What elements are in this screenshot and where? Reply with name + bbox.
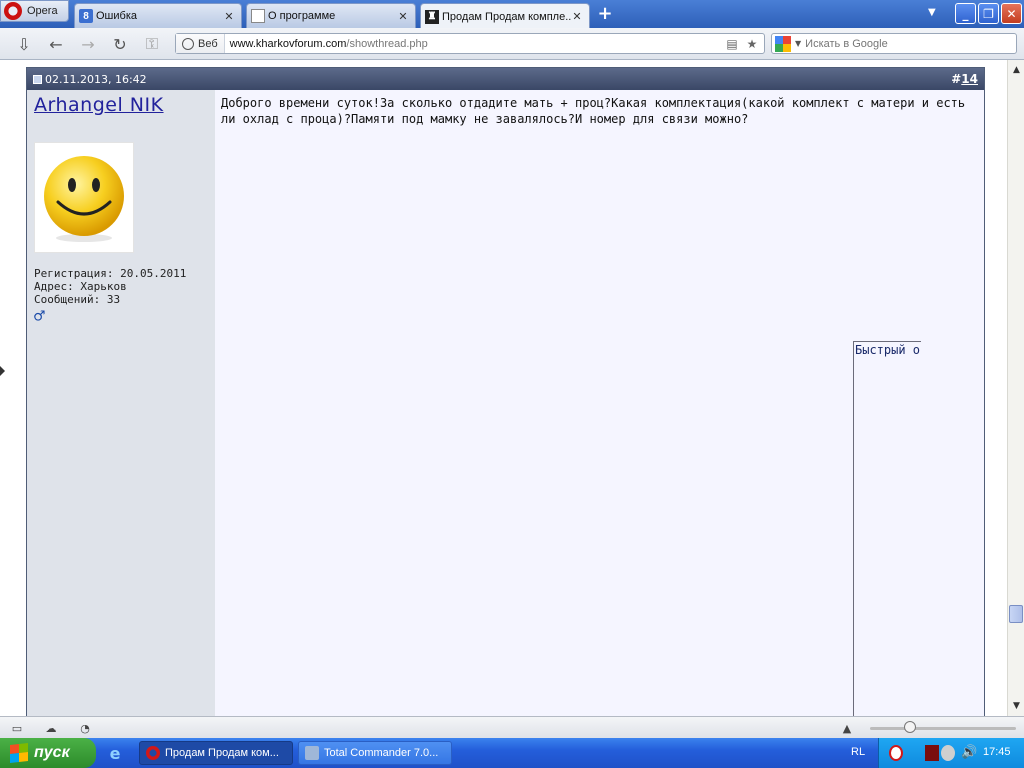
restore-button[interactable]: ❐ — [978, 3, 999, 24]
opera-menu-button[interactable]: Opera — [0, 0, 69, 22]
smiley-avatar-icon — [44, 155, 124, 242]
opera-tray-icon[interactable] — [889, 745, 903, 761]
tab-forum-thread[interactable]: ♜ Продам Продам компле... ✕ — [420, 3, 590, 29]
scrollbar-thumb[interactable] — [1009, 605, 1023, 623]
browser-status-bar: ▭ ☁ ◔ ▲ — [0, 716, 1024, 738]
new-tab-icon[interactable]: + — [597, 5, 613, 23]
chevron-down-icon[interactable]: ▼ — [795, 39, 801, 48]
search-input[interactable] — [805, 37, 1006, 50]
quick-reply-label: Быстрый о — [855, 343, 921, 357]
bookmark-star-icon[interactable]: ★ — [744, 36, 760, 52]
chevron-down-icon[interactable]: ▼ — [928, 7, 936, 18]
volume-icon[interactable]: 🔊 — [961, 745, 977, 761]
male-gender-icon: ♂ — [34, 306, 45, 327]
speed-dial-icon[interactable]: ◔ — [77, 721, 93, 735]
app-tray-icon[interactable] — [925, 745, 939, 761]
post-number-prefix: # — [951, 72, 962, 86]
total-commander-icon — [305, 746, 319, 760]
user-info-panel: Arhangel NIK Регистрация: 20.05.2011 Адр… — [27, 90, 215, 716]
opera-menu-label: Opera — [27, 5, 58, 17]
back-icon[interactable]: ← — [46, 34, 66, 54]
vertical-scrollbar[interactable]: ▲ ▼ — [1007, 60, 1024, 716]
post-message-text: Доброго времени суток!За сколько отдадит… — [221, 96, 966, 126]
zoom-slider-track[interactable] — [870, 727, 1016, 730]
key-icon[interactable]: ⚿ — [142, 34, 162, 54]
scroll-up-icon[interactable]: ▲ — [1009, 62, 1024, 77]
language-indicator[interactable]: RL — [851, 746, 865, 758]
download-icon[interactable]: ⇩ — [14, 34, 34, 54]
url-host: www.kharkovforum.com — [229, 37, 347, 50]
start-button[interactable]: пуск — [0, 738, 96, 768]
start-label: пуск — [34, 744, 70, 761]
tab-label: Продам Продам компле... — [442, 10, 571, 23]
minimize-button[interactable]: _ — [955, 3, 976, 24]
page-viewport: 02.11.2013, 16:42 #14 Arhangel NIK Регис… — [0, 60, 1007, 716]
post-date: 02.11.2013, 16:42 — [45, 72, 147, 86]
username-link[interactable]: Arhangel NIK — [34, 94, 208, 116]
forum-icon: ♜ — [425, 9, 439, 24]
opera-logo-icon — [4, 2, 22, 20]
forum-post: 02.11.2013, 16:42 #14 Arhangel NIK Регис… — [26, 67, 985, 716]
tab-label: Ошибка — [96, 10, 137, 22]
search-box[interactable]: ▼ — [771, 33, 1017, 54]
url-path: /showthread.php — [346, 37, 428, 50]
document-icon — [251, 9, 265, 23]
browser-tab-bar: Opera 8 Ошибка ✕ О программе ✕ ♜ Продам … — [0, 0, 1024, 29]
close-icon[interactable]: ✕ — [571, 10, 583, 23]
post-body: Arhangel NIK Регистрация: 20.05.2011 Адр… — [27, 90, 984, 716]
taskbar-item-total-commander[interactable]: Total Commander 7.0... — [298, 741, 452, 765]
side-panel-arrow-icon[interactable] — [0, 366, 5, 376]
post-status-icon — [33, 74, 42, 84]
windows-flag-icon — [10, 743, 28, 763]
user-registration: Регистрация: 20.05.2011 — [34, 267, 187, 280]
post-number-link[interactable]: 14 — [961, 72, 978, 86]
user-details: Регистрация: 20.05.2011 Адрес: Харьков С… — [34, 267, 208, 326]
scroll-down-icon[interactable]: ▼ — [1009, 698, 1024, 713]
taskbar-item-label: Total Commander 7.0... — [324, 747, 439, 759]
post-header: 02.11.2013, 16:42 #14 — [27, 68, 984, 90]
panel-toggle-icon[interactable]: ▭ — [9, 721, 25, 735]
post-message: Доброго времени суток!За сколько отдадит… — [215, 90, 984, 716]
navigation-toolbar: ⇩ ← → ↻ ⚿ Веб www.kharkovforum.com/showt… — [0, 28, 1024, 60]
close-icon[interactable]: ✕ — [397, 10, 409, 23]
tab-about[interactable]: О программе ✕ — [246, 3, 416, 28]
reload-icon[interactable]: ↻ — [110, 34, 130, 54]
cloud-icon[interactable]: ☁ — [43, 721, 59, 735]
quick-reply-panel[interactable]: Быстрый о — [853, 341, 921, 716]
rss-icon[interactable]: ▤ — [724, 36, 740, 52]
tab-error[interactable]: 8 Ошибка ✕ — [74, 3, 242, 28]
windows-taskbar: пуск e Продам Продам ком... Total Comman… — [0, 738, 1024, 768]
web-mode-label: Веб — [198, 37, 218, 50]
google-icon: 8 — [79, 9, 93, 23]
clock: 17:45 — [983, 746, 1011, 758]
network-tray-icon[interactable] — [941, 745, 955, 761]
tab-label: О программе — [268, 10, 336, 22]
address-bar[interactable]: Веб www.kharkovforum.com/showthread.php … — [175, 33, 765, 54]
url-field[interactable]: www.kharkovforum.com/showthread.php — [225, 38, 724, 50]
web-mode-badge[interactable]: Веб — [176, 34, 225, 53]
avatar[interactable] — [34, 142, 134, 253]
close-window-button[interactable]: ✕ — [1001, 3, 1022, 24]
taskbar-item-label: Продам Продам ком... — [165, 747, 279, 759]
opera-icon — [146, 746, 160, 760]
post-number: #14 — [951, 72, 978, 86]
taskbar-item-opera[interactable]: Продам Продам ком... — [139, 741, 293, 765]
close-icon[interactable]: ✕ — [223, 10, 235, 23]
forward-icon[interactable]: → — [78, 34, 98, 54]
globe-icon — [182, 37, 194, 50]
google-logo-icon — [775, 35, 791, 52]
internet-explorer-icon[interactable]: e — [106, 744, 124, 763]
zoom-slider-knob[interactable] — [904, 721, 916, 733]
user-message-count: Сообщений: 33 — [34, 293, 121, 306]
chevron-up-icon[interactable]: ▲ — [839, 721, 855, 735]
user-address: Адрес: Харьков — [34, 280, 127, 293]
